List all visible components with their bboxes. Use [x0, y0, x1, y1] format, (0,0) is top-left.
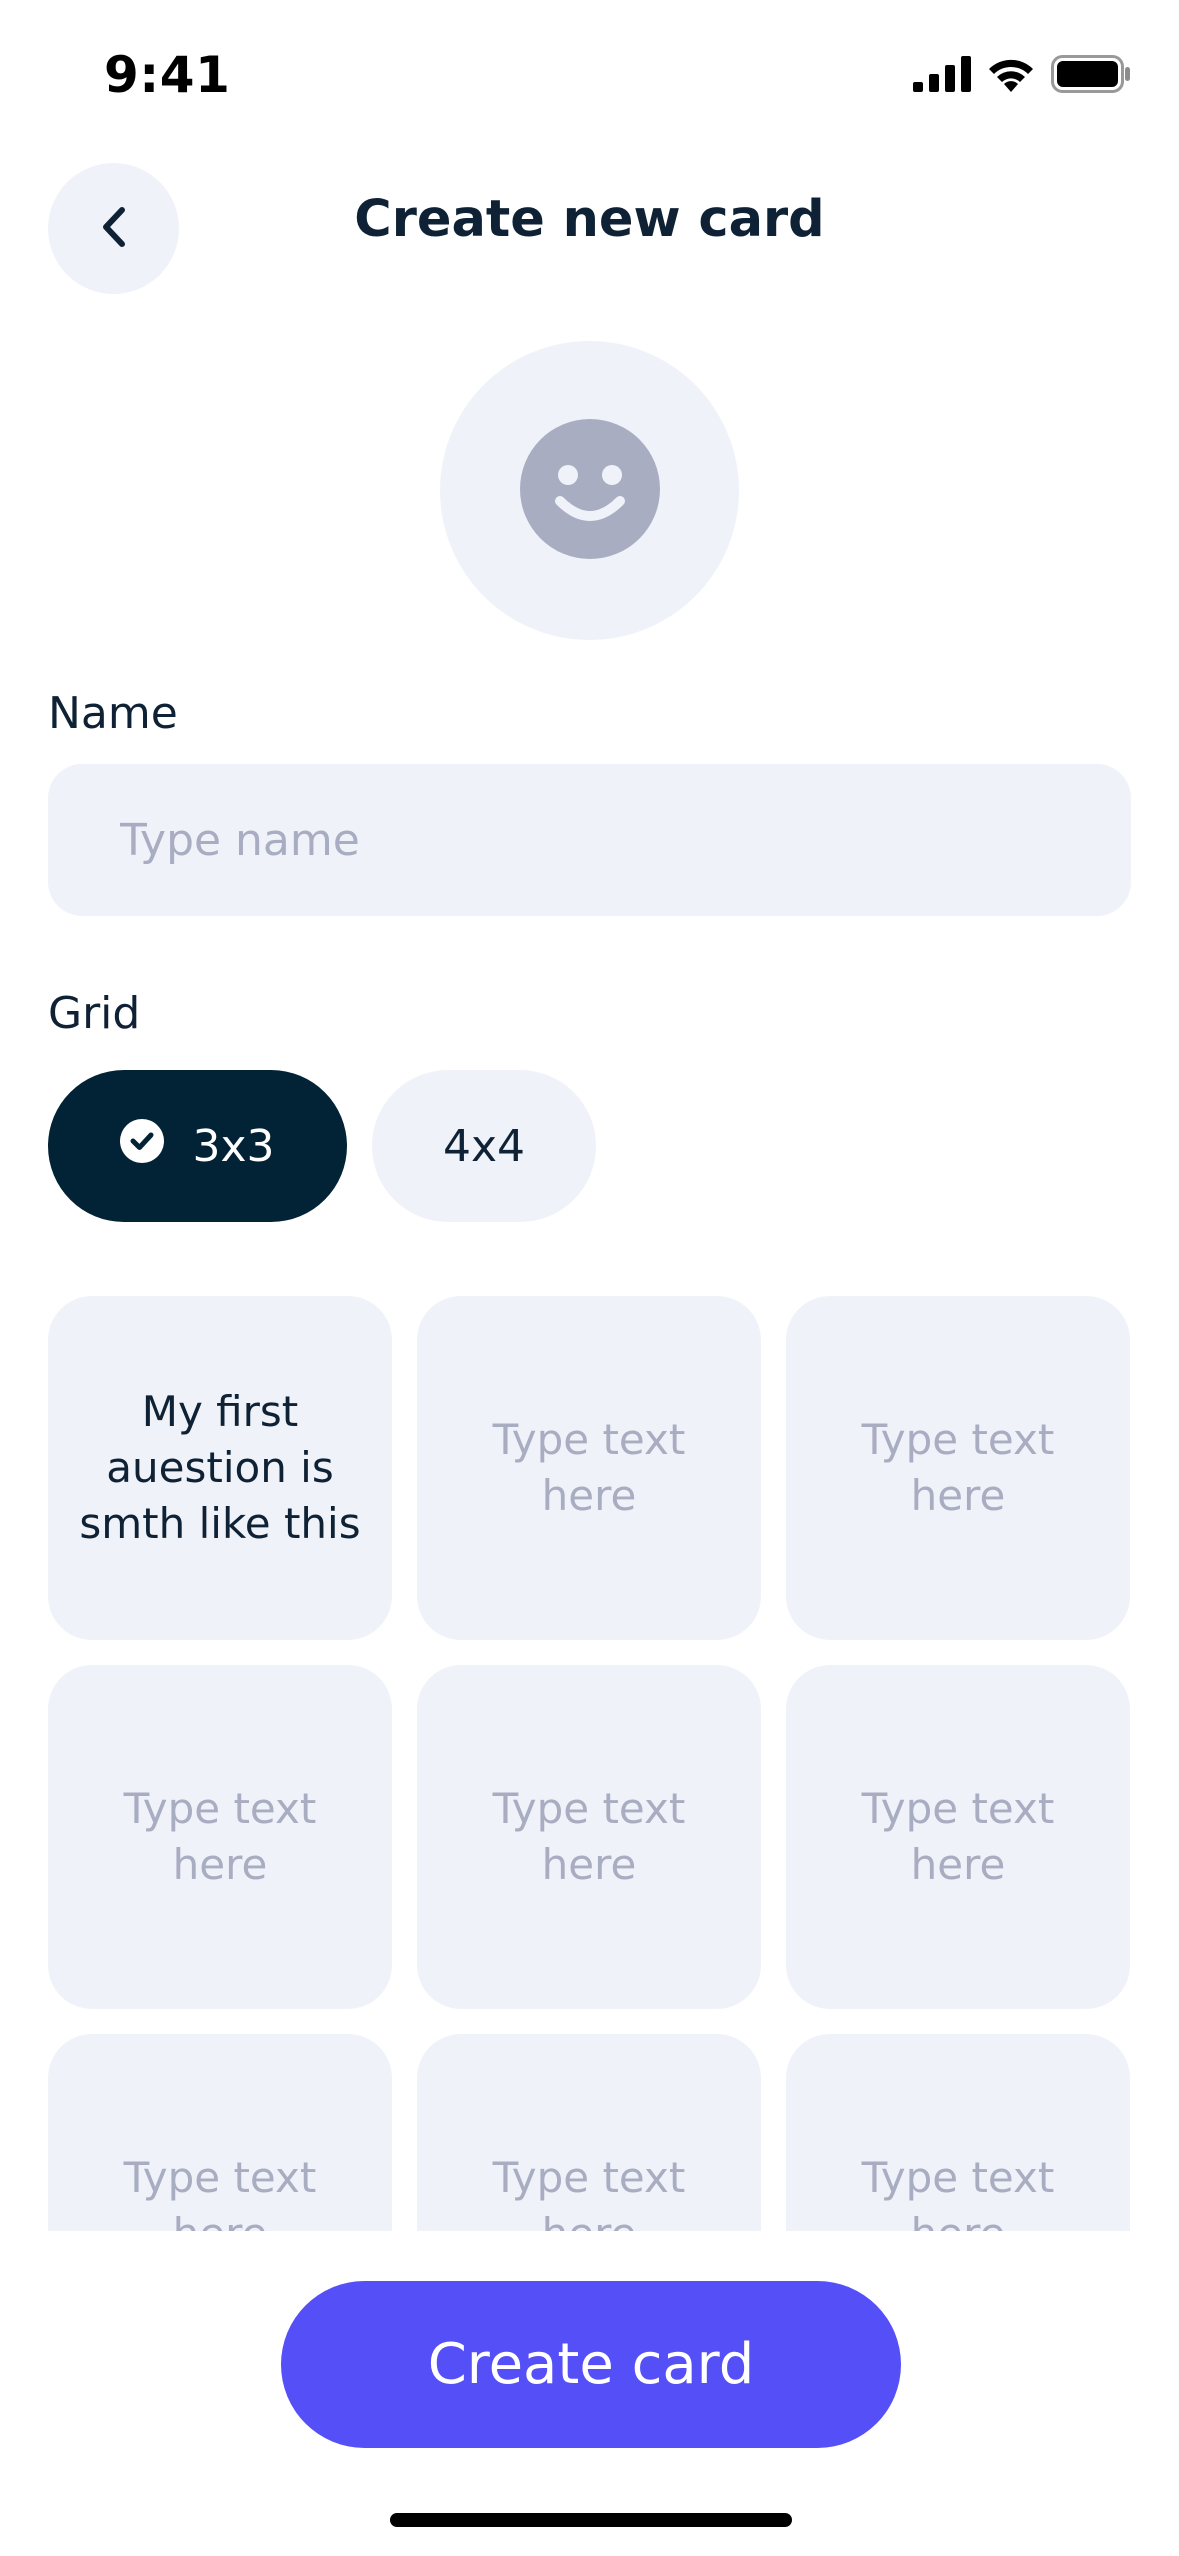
grid-option-4x4[interactable]: 4x4: [372, 1070, 596, 1222]
grid-label: Grid: [48, 988, 141, 1039]
smiley-face-icon: [519, 418, 660, 563]
wifi-icon: [985, 55, 1037, 97]
grid-option-label: 4x4: [442, 1120, 526, 1172]
grid-cell[interactable]: Type text here: [786, 2034, 1130, 2231]
grid-cell[interactable]: My first auestion is smth like this: [48, 1296, 392, 1640]
name-label: Name: [48, 688, 178, 739]
check-circle-icon: [120, 1118, 165, 1174]
cells-grid-viewport[interactable]: My first auestion is smth like this Type…: [48, 1296, 1131, 2231]
page-title: Create new card: [354, 190, 825, 249]
battery-icon: [1051, 55, 1131, 97]
grid-cell[interactable]: Type text here: [786, 1665, 1130, 2009]
grid-cell[interactable]: Type text here: [48, 1665, 392, 2009]
grid-cell[interactable]: Type text here: [417, 1296, 761, 1640]
name-input[interactable]: [48, 764, 1131, 916]
grid-cell[interactable]: Type text here: [417, 1665, 761, 2009]
grid-option-3x3[interactable]: 3x3: [48, 1070, 347, 1222]
status-time: 9:41: [104, 46, 231, 104]
grid-cell[interactable]: Type text here: [417, 2034, 761, 2231]
grid-cell[interactable]: Type text here: [48, 2034, 392, 2231]
create-card-button[interactable]: Create card: [281, 2281, 901, 2448]
cellular-signal-icon: [913, 56, 971, 96]
home-indicator: [390, 2513, 792, 2527]
grid-cell[interactable]: Type text here: [786, 1296, 1130, 1640]
status-icons: [913, 55, 1131, 97]
avatar-picker[interactable]: [440, 341, 739, 640]
cells-grid: My first auestion is smth like this Type…: [48, 1296, 1131, 2231]
grid-option-label: 3x3: [192, 1120, 275, 1172]
